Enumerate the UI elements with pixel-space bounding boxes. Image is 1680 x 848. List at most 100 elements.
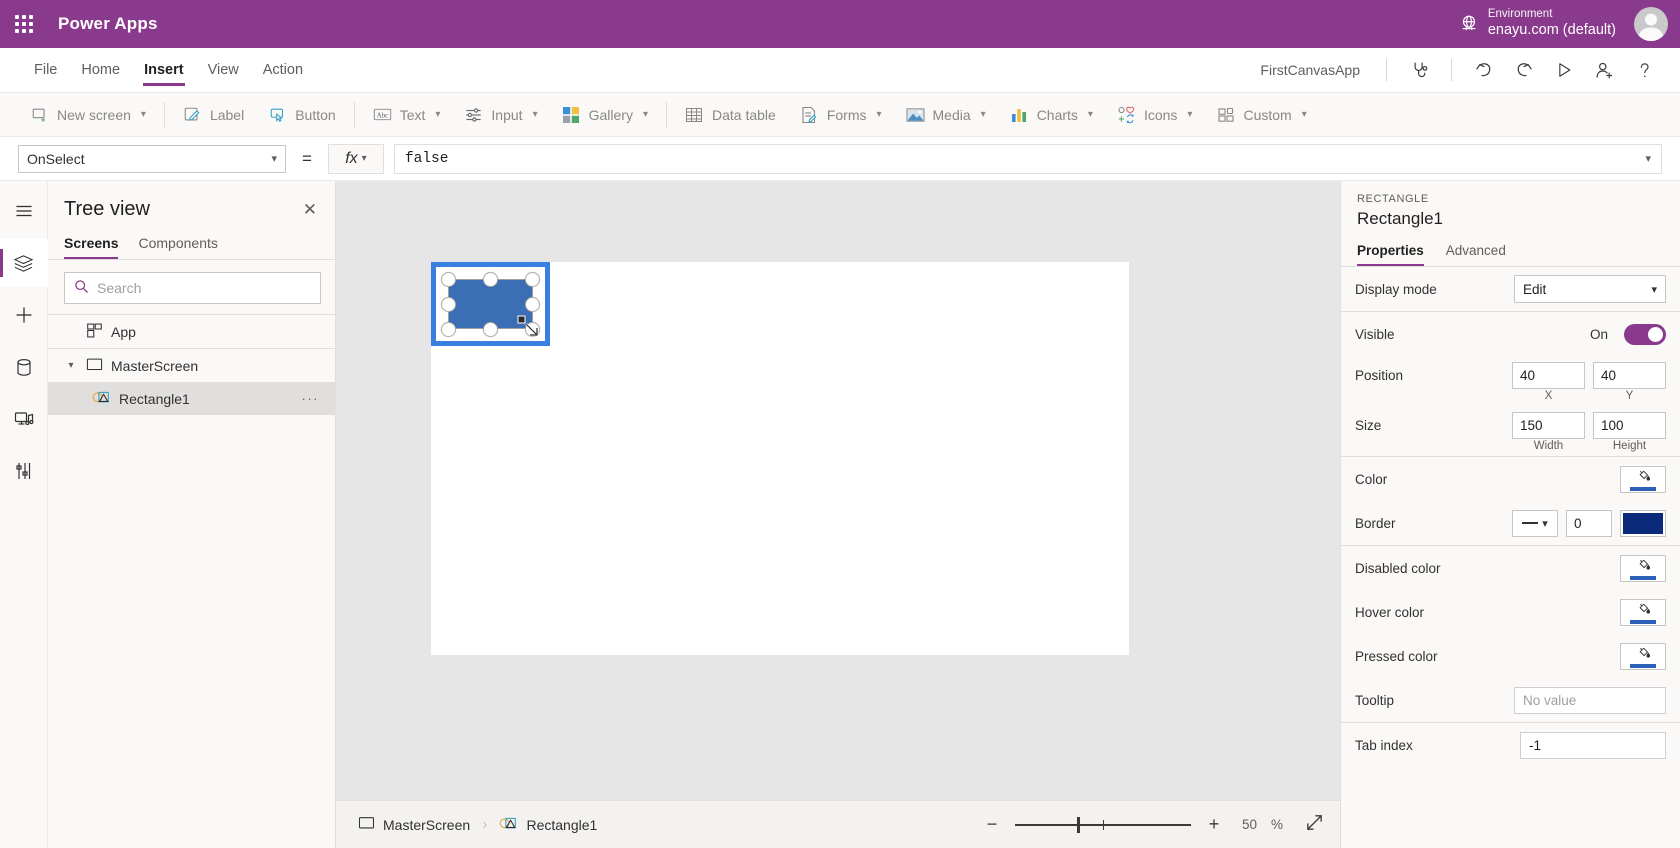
chevron-down-icon: ▾ bbox=[532, 109, 538, 120]
tab-screens[interactable]: Screens bbox=[64, 230, 119, 259]
tree-item-overflow-menu[interactable]: ··· bbox=[302, 391, 336, 406]
environment-picker[interactable]: Environment enayu.com (default) bbox=[1488, 8, 1616, 39]
environment-value: enayu.com (default) bbox=[1487, 22, 1616, 39]
breadcrumb-masterscreen[interactable]: MasterScreen bbox=[352, 812, 476, 837]
resize-handle-s[interactable] bbox=[483, 322, 498, 337]
app-checker-icon[interactable] bbox=[1399, 50, 1439, 90]
border-width-input[interactable]: 0 bbox=[1566, 509, 1612, 537]
help-icon[interactable] bbox=[1624, 50, 1664, 90]
position-x-input[interactable]: 40 bbox=[1512, 361, 1585, 389]
menu-bar-right: FirstCanvasApp bbox=[1260, 48, 1680, 93]
chevron-down-icon: ▾ bbox=[1301, 109, 1307, 120]
zoom-slider-thumb[interactable] bbox=[1076, 816, 1080, 833]
app-launcher-icon[interactable] bbox=[0, 0, 48, 48]
chevron-down-icon[interactable]: ▾ bbox=[64, 360, 78, 371]
resize-handle-n[interactable] bbox=[483, 272, 498, 287]
row-visible: Visible On bbox=[1355, 312, 1666, 356]
ribbon-custom[interactable]: Custom ▾ bbox=[1204, 98, 1318, 132]
tree-item-app[interactable]: App bbox=[48, 315, 335, 348]
tab-index-input[interactable]: -1 bbox=[1520, 731, 1666, 759]
size-width-input[interactable]: 150 bbox=[1512, 411, 1585, 439]
ribbon-new-screen[interactable]: New screen ▾ bbox=[18, 98, 158, 132]
undo-icon[interactable] bbox=[1464, 50, 1504, 90]
tree-item-rectangle1[interactable]: Rectangle1 ··· bbox=[48, 382, 335, 415]
visible-toggle[interactable] bbox=[1624, 323, 1666, 345]
play-icon[interactable] bbox=[1544, 50, 1584, 90]
hover-color-picker-button[interactable] bbox=[1620, 598, 1666, 626]
insert-icon[interactable] bbox=[0, 291, 48, 339]
resize-handle-nw[interactable] bbox=[441, 272, 456, 287]
button-icon bbox=[268, 105, 287, 124]
tree-view-icon[interactable] bbox=[0, 239, 48, 287]
menu-item-view[interactable]: View bbox=[196, 48, 251, 93]
resize-handle-e[interactable] bbox=[525, 297, 540, 312]
property-select[interactable]: OnSelect ▾ bbox=[18, 144, 286, 173]
border-style-select[interactable]: ▾ bbox=[1512, 509, 1558, 537]
share-icon[interactable] bbox=[1584, 50, 1624, 90]
border-color-button[interactable] bbox=[1620, 509, 1666, 537]
color-swatch bbox=[1630, 619, 1656, 624]
tree-item-masterscreen[interactable]: ▾ MasterScreen bbox=[48, 349, 335, 382]
ribbon-charts[interactable]: Charts ▾ bbox=[998, 98, 1105, 132]
avatar[interactable] bbox=[1634, 7, 1668, 41]
menu-item-action[interactable]: Action bbox=[251, 48, 315, 93]
zoom-slider[interactable] bbox=[1014, 816, 1191, 834]
menu-item-insert[interactable]: Insert bbox=[132, 48, 196, 93]
zoom-out-button[interactable]: − bbox=[983, 814, 1001, 835]
disabled-color-picker-button[interactable] bbox=[1620, 554, 1666, 582]
breadcrumb-rectangle1[interactable]: Rectangle1 bbox=[493, 811, 603, 839]
formula-input[interactable]: false ▾ bbox=[393, 143, 1662, 174]
menu-item-home[interactable]: Home bbox=[69, 48, 132, 93]
color-swatch bbox=[1630, 575, 1656, 580]
redo-icon[interactable] bbox=[1504, 50, 1544, 90]
properties-group-color: Color Border ▾ 0 bbox=[1341, 457, 1680, 546]
hamburger-icon[interactable] bbox=[0, 187, 48, 235]
border-style-preview bbox=[1522, 522, 1539, 524]
close-icon[interactable]: ✕ bbox=[299, 197, 321, 222]
ribbon-label[interactable]: Label bbox=[171, 98, 256, 132]
resize-handle-ne[interactable] bbox=[525, 272, 540, 287]
pressed-color-picker-button[interactable] bbox=[1620, 642, 1666, 670]
chevron-down-icon: ▾ bbox=[1651, 283, 1657, 296]
tab-components[interactable]: Components bbox=[138, 230, 217, 259]
color-picker-button[interactable] bbox=[1620, 465, 1666, 493]
pressed-color-label: Pressed color bbox=[1355, 648, 1438, 664]
ribbon-media[interactable]: Media ▾ bbox=[894, 98, 998, 132]
tab-advanced[interactable]: Advanced bbox=[1446, 243, 1506, 266]
chevron-down-icon[interactable]: ▾ bbox=[1645, 152, 1651, 165]
zoom-in-button[interactable]: + bbox=[1205, 814, 1223, 835]
fx-button[interactable]: fx ▾ bbox=[327, 143, 384, 174]
text-icon: Abc bbox=[373, 105, 392, 124]
resize-handle-w[interactable] bbox=[441, 297, 456, 312]
chevron-down-icon: ▾ bbox=[1542, 517, 1548, 530]
top-bar: Power Apps Environment enayu.com (defaul… bbox=[0, 0, 1680, 48]
ribbon-data-table[interactable]: Data table bbox=[673, 98, 788, 132]
tab-properties[interactable]: Properties bbox=[1357, 243, 1424, 266]
search-input[interactable]: Search bbox=[64, 272, 321, 304]
ribbon-input[interactable]: Input ▾ bbox=[452, 98, 549, 132]
menu-items: File Home Insert View Action bbox=[0, 48, 315, 93]
display-mode-select[interactable]: Edit ▾ bbox=[1514, 275, 1666, 303]
position-y-input[interactable]: 40 bbox=[1593, 361, 1666, 389]
tree-view-header: Tree view ✕ bbox=[48, 181, 335, 230]
tooltip-input[interactable]: No value bbox=[1514, 686, 1666, 714]
left-rail bbox=[0, 181, 48, 848]
ribbon-icons[interactable]: Icons ▾ bbox=[1105, 98, 1205, 132]
advanced-tools-icon[interactable] bbox=[0, 447, 48, 495]
canvas-area: MasterScreen › Rectangle1 − + 50 % bbox=[336, 181, 1340, 848]
menu-bar: File Home Insert View Action FirstCanvas… bbox=[0, 48, 1680, 93]
fit-screen-icon[interactable] bbox=[1305, 813, 1324, 837]
ribbon-forms[interactable]: Forms ▾ bbox=[788, 98, 894, 132]
resize-handle-sw[interactable] bbox=[441, 322, 456, 337]
ribbon-text[interactable]: Abc Text ▾ bbox=[361, 98, 453, 132]
property-select-value: OnSelect bbox=[27, 150, 85, 167]
media-library-icon[interactable] bbox=[0, 395, 48, 443]
ribbon-button[interactable]: Button bbox=[256, 98, 347, 132]
data-icon[interactable] bbox=[0, 343, 48, 391]
position-y-sublabel: Y bbox=[1625, 390, 1634, 402]
size-height-input[interactable]: 100 bbox=[1593, 411, 1666, 439]
ribbon-gallery[interactable]: Gallery ▾ bbox=[550, 98, 660, 132]
menu-item-file[interactable]: File bbox=[22, 48, 69, 93]
disabled-color-label: Disabled color bbox=[1355, 560, 1441, 576]
canvas-viewport[interactable] bbox=[336, 181, 1340, 800]
